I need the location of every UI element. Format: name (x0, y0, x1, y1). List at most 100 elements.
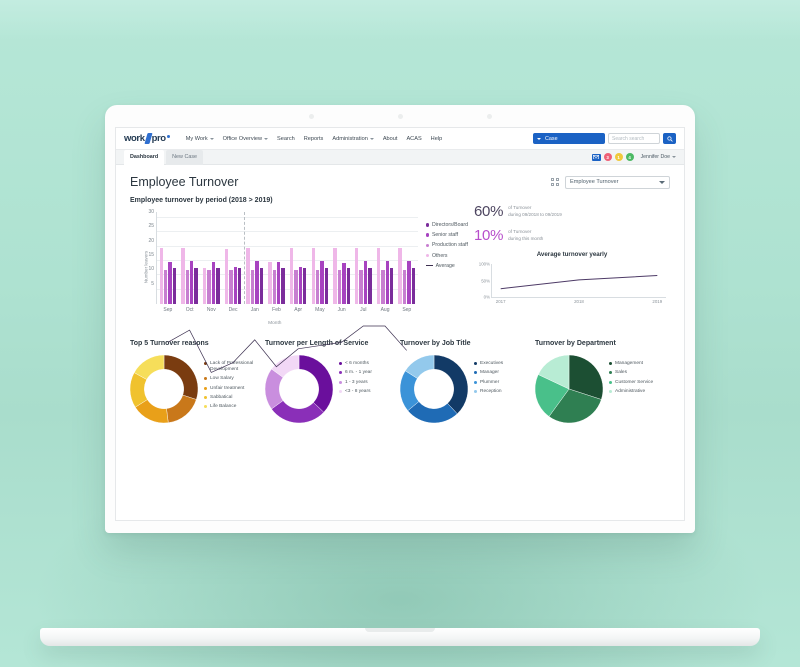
grid-cell (551, 182, 555, 186)
nav-label: My Work (185, 135, 208, 142)
legend-item-senior-staff[interactable]: Senior staff (425, 232, 468, 238)
kpi-panel: 60% of Turnover during 09/2018 to 09/201… (468, 197, 670, 326)
nav-item-help[interactable]: Help (431, 136, 443, 142)
department-legend: Management Sales Customer Service Administr… (603, 355, 653, 399)
legend-swatch (425, 233, 429, 237)
kpi-turnover-month: 10% of Turnover during this month (474, 227, 670, 244)
status-badge-alert[interactable]: 3 (603, 153, 612, 161)
chevron-down-icon (672, 156, 676, 158)
kpi-list: 60% of Turnover during 09/2018 to 09/201… (474, 197, 670, 244)
legend-item[interactable]: Plummer (474, 380, 503, 386)
grid-cell (555, 178, 559, 182)
legend-item[interactable]: Sales (609, 370, 653, 376)
legend-item-directors[interactable]: Directors/Board (425, 222, 468, 228)
legend-item-others[interactable]: Others (425, 253, 468, 259)
top-panel: Employee turnover by period (2018 > 2019… (130, 197, 670, 326)
department-pie[interactable] (534, 354, 604, 424)
y-axis-tick: 100% (478, 261, 490, 267)
page-title: Employee Turnover (130, 175, 239, 189)
chart-body: Executives Manager Plummer Reception (399, 354, 535, 424)
kpi-description: of Turnover during 09/2018 to 09/2019 (508, 205, 562, 219)
legend-label: Average (435, 262, 455, 269)
average-turnover-yearly-card: Average turnover yearly 0% 50% 100% 2017 201… (474, 251, 670, 309)
job-title-card: Turnover by Job Title Executives Manager P… (399, 340, 535, 424)
legend-item-production-staff[interactable]: Production staff (425, 242, 468, 248)
grid-view-icon[interactable] (551, 178, 559, 186)
legend-swatch (609, 371, 612, 375)
legend-label: Manager (480, 370, 499, 376)
pie-slice[interactable] (433, 354, 469, 415)
y-axis-tick: 30 (148, 208, 154, 215)
y-axis-tick: 10 (148, 266, 154, 273)
envelope-icon[interactable] (591, 153, 601, 161)
user-menu-label: Jennifer Doe (640, 154, 670, 160)
grid-cell (551, 178, 555, 182)
nav-item-search[interactable]: Search (277, 136, 295, 142)
turnover-by-period-card: Employee turnover by period (2018 > 2019… (130, 197, 468, 326)
legend-item[interactable]: Customer Service (609, 380, 653, 386)
legend-swatch (609, 380, 612, 384)
kpi-line1: of Turnover (508, 228, 532, 234)
legend-label: Plummer (480, 379, 500, 385)
kpi-value: 10% (474, 227, 504, 244)
tab-new-case[interactable]: New Case (166, 149, 204, 165)
legend-swatch (425, 223, 429, 227)
dashboard-select[interactable]: Employee Turnover (565, 175, 670, 189)
search-input[interactable]: Search search (608, 133, 660, 144)
envelope-glyph (593, 154, 600, 160)
legend-item[interactable]: Management (609, 361, 653, 367)
job-title-legend: Executives Manager Plummer Reception (468, 355, 503, 399)
status-badge-warning[interactable]: 1 (614, 153, 623, 161)
nav-item-my-work[interactable]: My Work (186, 136, 214, 142)
workpro-logo[interactable]: work pro (124, 133, 170, 144)
legend-label: Reception (480, 389, 502, 395)
legend-item[interactable]: Reception (474, 389, 503, 395)
nav-label: Administration (332, 135, 368, 142)
legend-line-swatch (425, 265, 433, 267)
chart-title-yearly: Average turnover yearly (536, 251, 608, 258)
chart-title-department: Turnover by Department (535, 340, 616, 347)
legend-swatch (609, 362, 612, 365)
kpi-line2: during this month (508, 235, 544, 241)
user-menu[interactable]: Jennifer Doe (641, 154, 676, 160)
legend-item[interactable]: Manager (474, 370, 503, 376)
chevron-down-icon (659, 180, 665, 184)
page-content: Employee Turnover Employee Turnover Empl… (116, 165, 684, 431)
x-axis-tick: 2018 (574, 299, 584, 304)
nav-item-reports[interactable]: Reports (304, 136, 324, 142)
kpi-line2: during 09/2018 to 09/2019 (508, 211, 562, 217)
y-axis-tick: 25 (148, 223, 154, 230)
nav-item-acas[interactable]: ACAS (406, 136, 421, 142)
y-axis-tick: 5 (151, 280, 154, 287)
legend-item[interactable]: Administrative (609, 389, 653, 395)
x-axis-tick: 2017 (495, 299, 506, 304)
status-badge-ok[interactable]: 4 (625, 153, 634, 161)
nav-item-office-overview[interactable]: Office Overview (223, 136, 269, 142)
legend-label: Executives (480, 361, 504, 366)
search-icon (666, 135, 673, 142)
y-axis-tick: 15 (148, 251, 154, 258)
bezel-dot (308, 114, 314, 119)
bezel-dot (397, 114, 403, 119)
legend-item-average[interactable]: Average (425, 262, 468, 269)
app-header: work pro My Work Office Overview Search (116, 128, 684, 150)
legend-swatch (474, 371, 477, 375)
chevron-down-icon (264, 137, 269, 140)
search-button[interactable] (663, 133, 676, 144)
laptop-mockup: work pro My Work Office Overview Search (40, 105, 760, 646)
page-header-actions: Employee Turnover (551, 175, 670, 189)
chevron-down-icon (537, 137, 541, 140)
legend-swatch (474, 390, 477, 394)
nav-item-about[interactable]: About (383, 136, 398, 142)
tab-dashboard[interactable]: Dashboard (124, 149, 165, 165)
chart-title-period: Employee turnover by period (2018 > 2019… (130, 197, 273, 204)
main-navigation: My Work Office Overview Search Reports A… (186, 136, 443, 142)
y-axis-tick: 0% (483, 294, 490, 300)
laptop-base (40, 628, 760, 646)
browser-screen: work pro My Work Office Overview Search (115, 127, 685, 521)
legend-item[interactable]: Executives (474, 361, 503, 367)
nav-item-administration[interactable]: Administration (332, 135, 374, 142)
x-axis-tick: 2019 (652, 299, 663, 304)
case-type-dropdown[interactable]: Case (533, 133, 605, 144)
tab-group: Dashboard New Case (124, 149, 204, 165)
